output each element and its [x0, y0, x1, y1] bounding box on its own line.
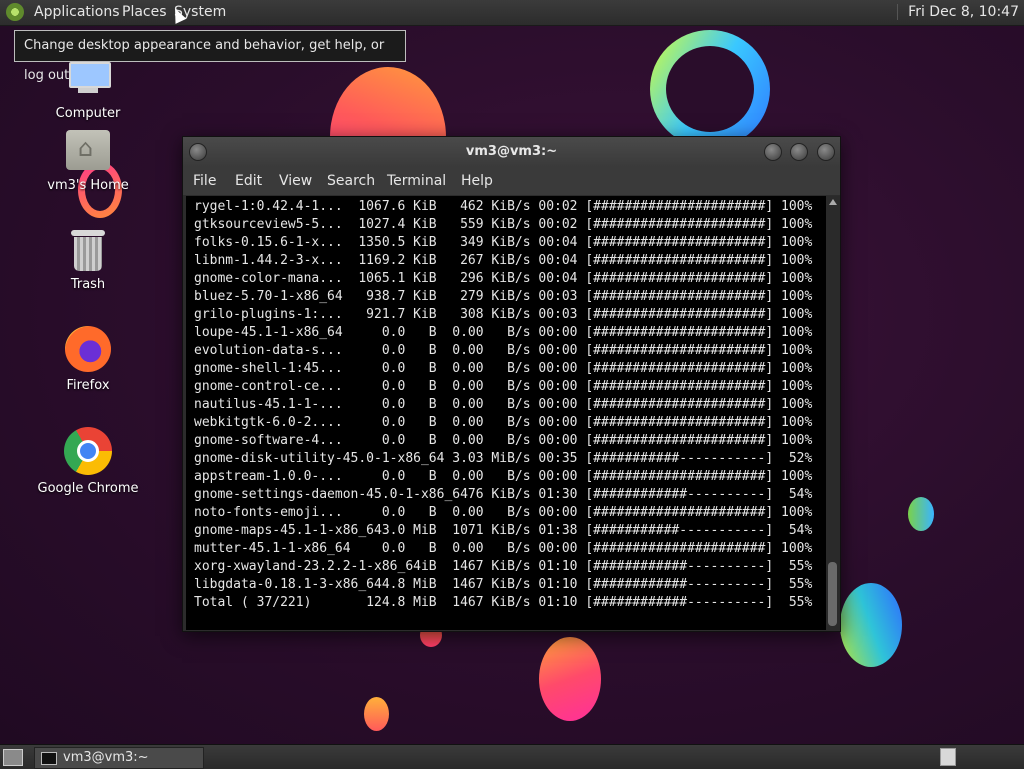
window-titlebar[interactable]: vm3@vm3:~: [183, 137, 840, 167]
minimize-button[interactable]: [764, 143, 782, 161]
terminal-line: gnome-color-mana... 1065.1 KiB 296 KiB/s…: [194, 271, 813, 286]
terminal-icon: [41, 752, 57, 765]
computer-icon: [65, 62, 111, 96]
maximize-button[interactable]: [790, 143, 808, 161]
menu-places[interactable]: Places: [122, 4, 167, 20]
terminal-line: webkitgtk-6.0-2.... 0.0 B 0.00 B/s 00:00…: [194, 415, 813, 430]
bottom-panel: vm3@vm3:~: [0, 744, 1024, 769]
wallpaper-tiny-blob: [364, 697, 389, 731]
scrollbar-thumb[interactable]: [828, 562, 837, 626]
terminal-line: nautilus-45.1-1-... 0.0 B 0.00 B/s 00:00…: [194, 397, 813, 412]
desktop-icon-label: Firefox: [66, 378, 110, 393]
desktop-icon-home[interactable]: vm3's Home: [28, 130, 148, 193]
terminal-line: grilo-plugins-1:... 921.7 KiB 308 KiB/s …: [194, 307, 813, 322]
terminal-line: loupe-45.1-1-x86_64 0.0 B 0.00 B/s 00:00…: [194, 325, 813, 340]
desktop-icon-firefox[interactable]: Firefox: [28, 326, 148, 393]
terminal-window[interactable]: vm3@vm3:~ File Edit View Search Terminal…: [182, 136, 841, 632]
desktop-icon-chrome[interactable]: Google Chrome: [28, 427, 148, 496]
desktop-icon-trash[interactable]: Trash: [28, 230, 148, 292]
scroll-up-arrow-icon[interactable]: [829, 199, 837, 205]
home-folder-icon: [66, 130, 110, 170]
terminal-scrollbar[interactable]: [826, 196, 840, 630]
close-button[interactable]: [817, 143, 835, 161]
terminal-line: mutter-45.1-1-x86_64 0.0 B 0.00 B/s 00:0…: [194, 541, 813, 556]
workspace-switcher[interactable]: [940, 748, 956, 766]
menu-applications[interactable]: Applications: [34, 4, 120, 20]
terminal-line: appstream-1.0.0-... 0.0 B 0.00 B/s 00:00…: [194, 469, 813, 484]
terminal-output[interactable]: rygel-1:0.42.4-1... 1067.6 KiB 462 KiB/s…: [186, 196, 826, 630]
wallpaper-small-blob: [908, 497, 934, 531]
menu-search[interactable]: Search: [327, 173, 375, 189]
menu-file[interactable]: File: [193, 173, 216, 189]
wallpaper-blue-blob: [840, 583, 902, 667]
terminal-line: evolution-data-s... 0.0 B 0.00 B/s 00:00…: [194, 343, 813, 358]
chrome-icon: [64, 427, 112, 475]
menu-terminal[interactable]: Terminal: [387, 173, 446, 189]
terminal-line: gnome-maps-45.1-1-x86_643.0 MiB 1071 KiB…: [194, 523, 813, 538]
menu-help[interactable]: Help: [461, 173, 493, 189]
distro-logo-icon[interactable]: [6, 3, 24, 21]
terminal-line: folks-0.15.6-1-x... 1350.5 KiB 349 KiB/s…: [194, 235, 813, 250]
system-menu-tooltip: Change desktop appearance and behavior, …: [14, 30, 406, 83]
terminal-line: rygel-1:0.42.4-1... 1067.6 KiB 462 KiB/s…: [194, 199, 813, 214]
terminal-line: gnome-settings-daemon-45.0-1-x86_6476 Ki…: [194, 487, 813, 502]
firefox-icon: [65, 326, 111, 372]
terminal-line: gtksourceview5-5... 1027.4 KiB 559 KiB/s…: [194, 217, 813, 232]
terminal-line: gnome-shell-1:45... 0.0 B 0.00 B/s 00:00…: [194, 361, 813, 376]
terminal-line: noto-fonts-emoji... 0.0 B 0.00 B/s 00:00…: [194, 505, 813, 520]
desktop-icon-label: vm3's Home: [47, 178, 129, 193]
top-panel: Applications Places System Fri Dec 8, 10…: [0, 0, 1024, 26]
terminal-line: libgdata-0.18.1-3-x86_644.8 MiB 1467 KiB…: [194, 577, 813, 592]
desktop-icon-label: Trash: [70, 277, 106, 292]
taskbar-window-label: vm3@vm3:~: [63, 750, 149, 765]
taskbar-window-button[interactable]: vm3@vm3:~: [34, 747, 204, 769]
trash-icon: [71, 230, 105, 272]
wallpaper-pink-blob: [539, 637, 601, 721]
menu-view[interactable]: View: [279, 173, 312, 189]
wallpaper-ring-blob: [650, 30, 770, 148]
terminal-line: gnome-control-ce... 0.0 B 0.00 B/s 00:00…: [194, 379, 813, 394]
menu-edit[interactable]: Edit: [235, 173, 262, 189]
terminal-line: bluez-5.70-1-x86_64 938.7 KiB 279 KiB/s …: [194, 289, 813, 304]
desktop-icon-label: Computer: [55, 106, 121, 121]
window-title: vm3@vm3:~: [465, 144, 558, 159]
terminal-menubar: File Edit View Search Terminal Help: [183, 167, 840, 195]
terminal-line: gnome-disk-utility-45.0-1-x86_64 3.03 Mi…: [194, 451, 813, 466]
terminal-line: xorg-xwayland-23.2.2-1-x86_64iB 1467 KiB…: [194, 559, 813, 574]
terminal-line: gnome-software-4... 0.0 B 0.00 B/s 00:00…: [194, 433, 813, 448]
show-desktop-icon[interactable]: [3, 749, 23, 766]
terminal-line: Total ( 37/221) 124.8 MiB 1467 KiB/s 01:…: [194, 595, 813, 610]
panel-clock[interactable]: Fri Dec 8, 10:47: [897, 4, 1019, 20]
terminal-line: libnm-1.44.2-3-x... 1169.2 KiB 267 KiB/s…: [194, 253, 813, 268]
desktop-icon-label: Google Chrome: [37, 481, 139, 496]
